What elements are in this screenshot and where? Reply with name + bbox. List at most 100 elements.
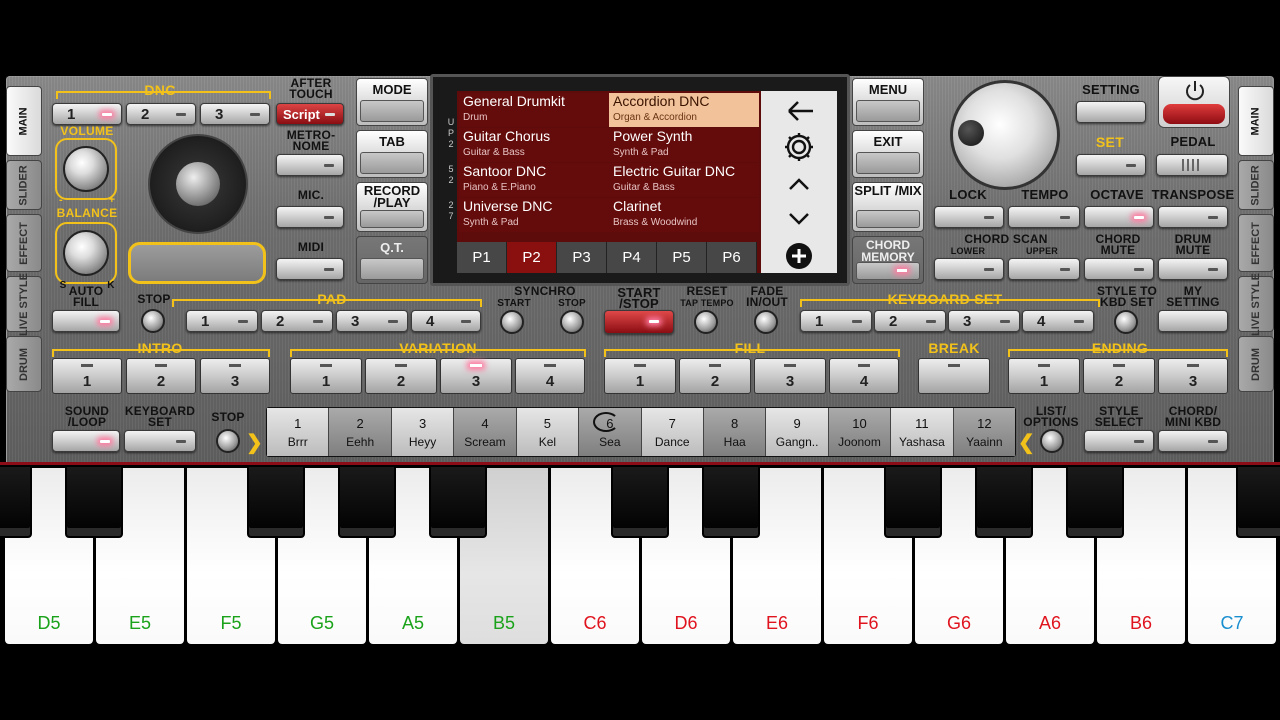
voice-cell[interactable]: General Drumkit Drum xyxy=(459,93,609,127)
ending-button-3[interactable]: 3 xyxy=(1158,358,1228,394)
tempo-button[interactable] xyxy=(1008,206,1080,228)
start-stop-button[interactable] xyxy=(604,310,674,334)
side-tab-effect-right[interactable]: EFFECT xyxy=(1238,214,1274,272)
preset-slot[interactable]: 3 Heyy xyxy=(391,408,455,456)
add-icon[interactable] xyxy=(761,241,837,271)
metronome-button[interactable] xyxy=(276,154,344,176)
joystick-handle[interactable] xyxy=(176,162,220,206)
script-button[interactable]: Script xyxy=(276,103,344,125)
side-tab-main-left[interactable]: MAIN xyxy=(6,86,42,156)
dnc-button-1[interactable]: 1 xyxy=(52,103,122,125)
piano-black-key[interactable] xyxy=(338,465,396,538)
chord-mute-button[interactable] xyxy=(1084,258,1154,280)
fill-button-3[interactable]: 3 xyxy=(754,358,826,394)
preset-slot[interactable]: 6 Sea xyxy=(579,408,642,456)
preset-slot[interactable]: 4 Scream xyxy=(454,408,517,456)
pad-button-2[interactable]: 2 xyxy=(261,310,333,332)
chord-memory-button[interactable]: CHORD MEMORY xyxy=(852,236,924,284)
piano-black-key[interactable] xyxy=(65,465,123,538)
row4-stop-knob[interactable] xyxy=(216,429,240,453)
page-tab-p3[interactable]: P3 xyxy=(557,242,607,273)
preset-slot[interactable]: 1 Brrr xyxy=(267,408,330,456)
piano-black-key[interactable] xyxy=(702,465,760,538)
preset-slot[interactable]: 5 Kel xyxy=(516,408,580,456)
fade-knob[interactable] xyxy=(754,310,778,334)
my-setting-button[interactable] xyxy=(1158,310,1228,332)
preset-slot[interactable]: 11 Yashasa xyxy=(891,408,954,456)
voice-cell[interactable]: Guitar Chorus Guitar & Bass xyxy=(459,128,609,162)
midi-button[interactable] xyxy=(276,258,344,280)
voice-cell[interactable]: Clarinet Brass & Woodwind xyxy=(609,198,759,232)
menu-button[interactable]: MENU xyxy=(852,78,924,126)
synchro-start-knob[interactable] xyxy=(500,310,524,334)
page-tab-p1[interactable]: P1 xyxy=(457,242,507,273)
side-tab-drum-left[interactable]: DRUM xyxy=(6,336,42,392)
chord-scan-upper-button[interactable] xyxy=(1008,258,1080,280)
preset-slot[interactable]: 2 Eehh xyxy=(329,408,392,456)
side-tab-main-right[interactable]: MAIN xyxy=(1238,86,1274,156)
piano-black-key[interactable] xyxy=(1066,465,1124,538)
tab-button[interactable]: TAB xyxy=(356,130,428,178)
variation-button-2[interactable]: 2 xyxy=(365,358,437,394)
gear-icon[interactable] xyxy=(761,131,837,163)
piano-black-key[interactable] xyxy=(247,465,305,538)
exit-button[interactable]: EXIT xyxy=(852,130,924,178)
mode-button[interactable]: MODE xyxy=(356,78,428,126)
lock-button[interactable] xyxy=(934,206,1004,228)
side-tab-live-style-left[interactable]: LIVE STYLE xyxy=(6,273,42,335)
kbd-set-button-1[interactable]: 1 xyxy=(800,310,872,332)
chevron-up-icon[interactable] xyxy=(761,173,837,195)
transpose-button[interactable] xyxy=(1158,206,1228,228)
sound-loop-button[interactable] xyxy=(52,430,120,452)
back-arrow-icon[interactable] xyxy=(761,97,837,125)
page-tab-p5[interactable]: P5 xyxy=(657,242,707,273)
side-tab-drum-right[interactable]: DRUM xyxy=(1238,336,1274,392)
ending-button-1[interactable]: 1 xyxy=(1008,358,1080,394)
side-tab-live-style-right[interactable]: LIVE STYLE xyxy=(1238,273,1274,335)
set-button[interactable] xyxy=(1076,154,1146,176)
reset-knob[interactable] xyxy=(694,310,718,334)
intro-button-3[interactable]: 3 xyxy=(200,358,270,394)
kbd-set-button-3[interactable]: 3 xyxy=(948,310,1020,332)
pad-button-1[interactable]: 1 xyxy=(186,310,258,332)
side-tab-effect-left[interactable]: EFFECT xyxy=(6,214,42,272)
chevron-down-icon[interactable] xyxy=(761,207,837,229)
page-tab-p2[interactable]: P2 xyxy=(507,242,557,273)
split-mix-button[interactable]: SPLIT /MIX xyxy=(852,182,924,232)
piano-black-key[interactable] xyxy=(975,465,1033,538)
break-button[interactable] xyxy=(918,358,990,394)
piano-black-key[interactable] xyxy=(429,465,487,538)
setting-button[interactable] xyxy=(1076,101,1146,123)
variation-button-1[interactable]: 1 xyxy=(290,358,362,394)
piano-black-key[interactable] xyxy=(884,465,942,538)
keyboard-set-button[interactable] xyxy=(124,430,196,452)
page-tab-p6[interactable]: P6 xyxy=(707,242,757,273)
power-button[interactable] xyxy=(1158,76,1230,128)
voice-cell[interactable]: Electric Guitar DNC Guitar & Bass xyxy=(609,163,759,197)
style-select-button[interactable] xyxy=(1084,430,1154,452)
variation-button-3[interactable]: 3 xyxy=(440,358,512,394)
intro-button-2[interactable]: 2 xyxy=(126,358,196,394)
piano-black-key[interactable] xyxy=(1236,465,1280,538)
list-options-knob[interactable] xyxy=(1040,429,1064,453)
preset-slot[interactable]: 8 Haa xyxy=(703,408,767,456)
piano-black-key[interactable] xyxy=(611,465,669,538)
pedal-button[interactable] xyxy=(1156,154,1228,176)
preset-slot[interactable]: 12 Yaainn xyxy=(953,408,1016,456)
pad-button-3[interactable]: 3 xyxy=(336,310,408,332)
fill-button-1[interactable]: 1 xyxy=(604,358,676,394)
voice-cell[interactable]: Universe DNC Synth & Pad xyxy=(459,198,609,232)
voice-cell[interactable]: Santoor DNC Piano & E.Piano xyxy=(459,163,609,197)
intro-button-1[interactable]: 1 xyxy=(52,358,122,394)
chord-scan-lower-button[interactable] xyxy=(934,258,1004,280)
voice-cell[interactable]: Power Synth Synth & Pad xyxy=(609,128,759,162)
octave-button[interactable] xyxy=(1084,206,1154,228)
page-tab-p4[interactable]: P4 xyxy=(607,242,657,273)
fill-button-2[interactable]: 2 xyxy=(679,358,751,394)
pitch-pad[interactable] xyxy=(128,242,266,284)
record-play-button[interactable]: RECORD /PLAY xyxy=(356,182,428,232)
mic-button[interactable] xyxy=(276,206,344,228)
variation-button-4[interactable]: 4 xyxy=(515,358,585,394)
ending-button-2[interactable]: 2 xyxy=(1083,358,1155,394)
dnc-button-3[interactable]: 3 xyxy=(200,103,270,125)
